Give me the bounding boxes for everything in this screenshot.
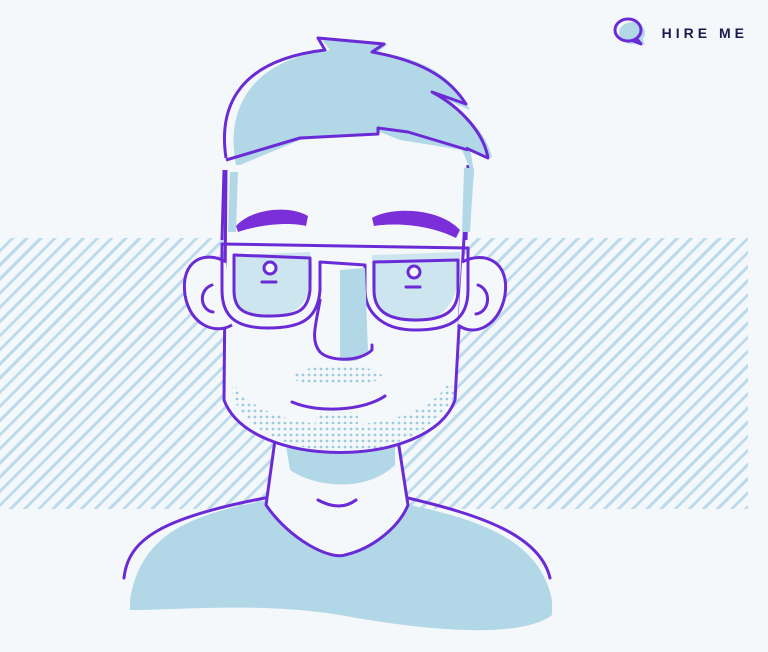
avatar-illustration: [122, 36, 552, 631]
